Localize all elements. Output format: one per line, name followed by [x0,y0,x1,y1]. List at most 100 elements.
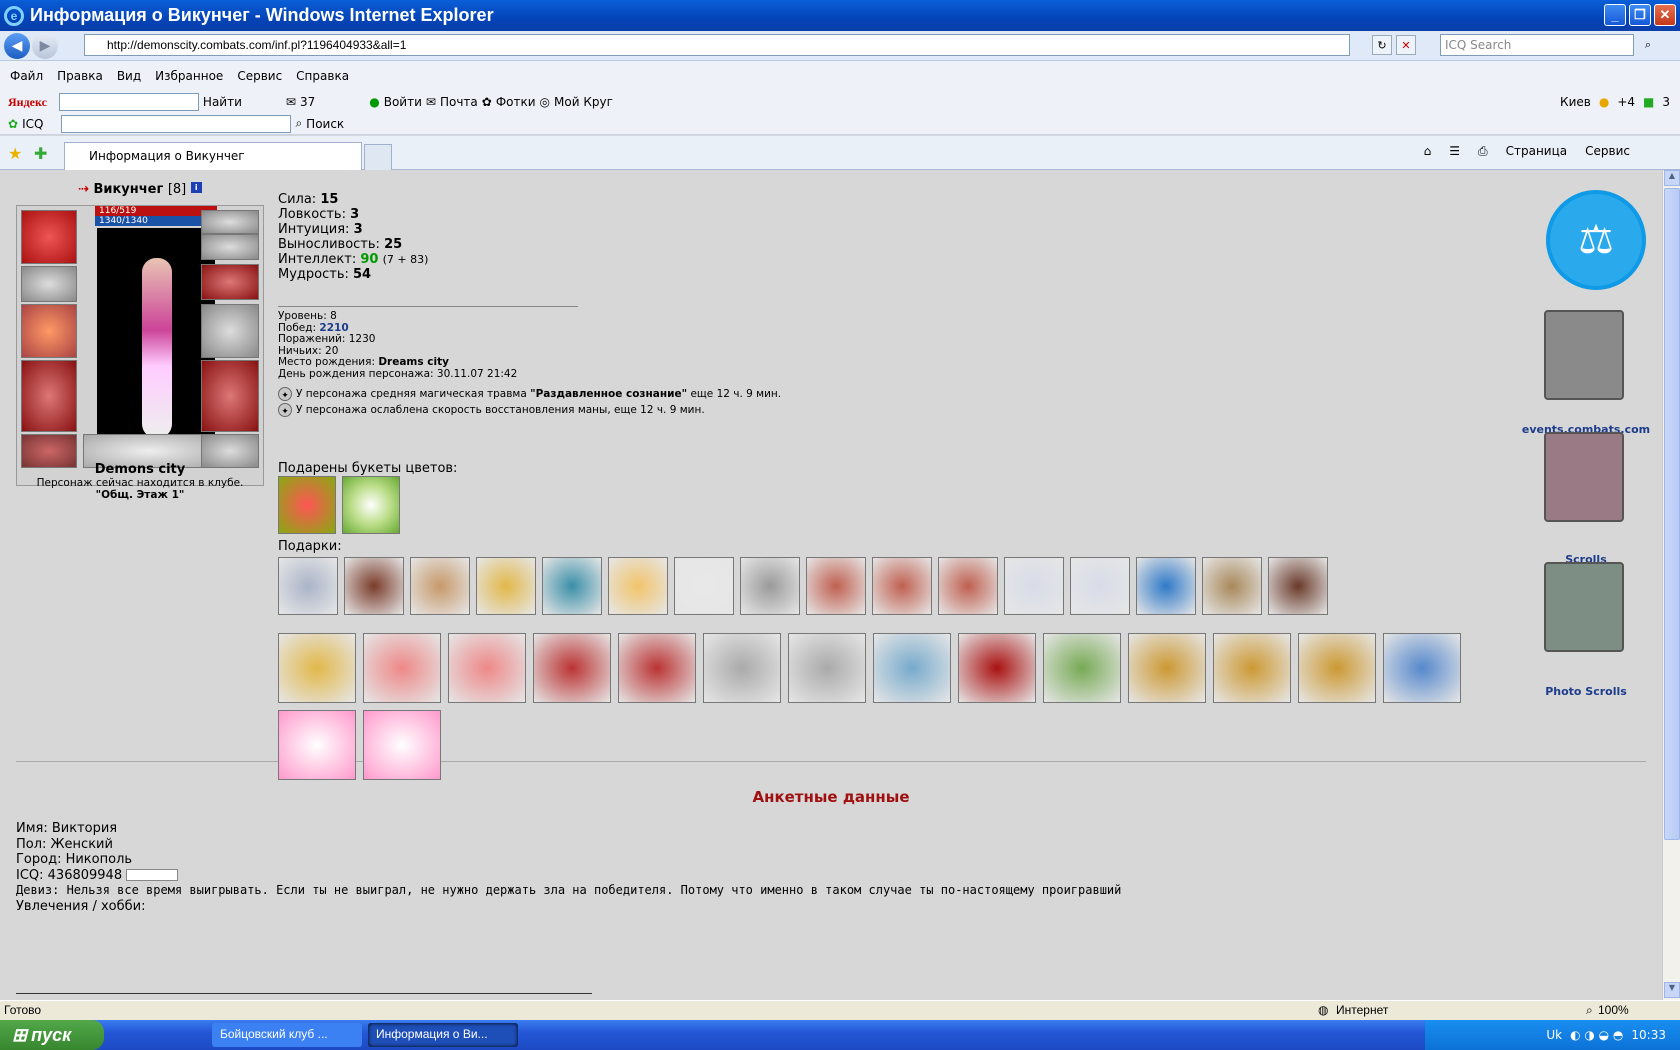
gift-item[interactable] [872,557,932,615]
taskbar-item-info[interactable]: Информация о Ви... [368,1023,518,1047]
gift-card[interactable] [1298,633,1376,703]
scroll-thumb[interactable] [1664,188,1680,840]
gift-item[interactable] [278,557,338,615]
balance-scales-icon[interactable]: ⚖ [1546,190,1646,290]
traffic-count[interactable]: 3 [1662,95,1670,109]
gift-card[interactable] [1043,633,1121,703]
photo-scrolls-banner-icon[interactable] [1544,562,1624,652]
yandex-search-input[interactable] [58,93,199,111]
circle-button[interactable]: Мой Круг [554,95,613,109]
print-icon[interactable]: ⎙ [1478,144,1488,159]
mail-count[interactable]: 37 [300,95,315,109]
slot-weapon[interactable] [21,304,77,358]
new-tab-button[interactable] [364,144,392,170]
gift-card[interactable] [1383,633,1461,703]
gift-item[interactable] [608,557,668,615]
login-button[interactable]: Войти [384,95,422,109]
flower-bouquet-daisies[interactable] [342,476,400,534]
yandex-logo: Яндекс [8,94,47,109]
slot-offhand[interactable] [201,304,259,358]
gift-card[interactable] [703,633,781,703]
gift-card[interactable] [448,633,526,703]
gift-card[interactable] [363,710,441,780]
gift-card[interactable] [788,633,866,703]
slot-rune-1[interactable] [201,210,259,234]
gift-card[interactable] [958,633,1036,703]
weather-city[interactable]: Киев [1560,95,1591,109]
slot-gloves[interactable] [201,264,259,300]
scrolls-banner-icon[interactable] [1544,432,1624,522]
gift-item[interactable] [1136,557,1196,615]
scroll-up-icon[interactable]: ▲ [1664,170,1680,186]
gift-item[interactable] [806,557,866,615]
menu-favorites[interactable]: Избранное [155,69,223,83]
add-favorite-icon[interactable]: ✚ [34,144,47,163]
slot-rings[interactable] [201,234,259,260]
page-menu[interactable]: Страница [1506,144,1568,159]
search-input[interactable]: ICQ Search [1440,34,1634,56]
gift-item[interactable] [542,557,602,615]
icq-search-button[interactable]: Поиск [306,117,344,131]
gift-item[interactable] [1070,557,1130,615]
gift-item[interactable] [410,557,470,615]
yandex-find-button[interactable]: Найти [203,95,242,109]
gift-card[interactable] [278,710,356,780]
menu-tools[interactable]: Сервис [237,69,282,83]
gift-card[interactable] [873,633,951,703]
icq-button[interactable]: ICQ [22,117,43,131]
back-button[interactable]: ◀ [4,32,30,59]
start-button[interactable]: ⊞ пуск [0,1020,104,1050]
home-icon[interactable]: ⌂ [1424,144,1432,159]
stat-row: Сила: 15 [278,192,339,207]
zoom-level[interactable]: 100% [1598,1003,1629,1017]
refresh-button[interactable]: ↻ [1372,35,1392,55]
gift-item[interactable] [938,557,998,615]
minimize-button[interactable]: _ [1604,4,1626,26]
language-indicator[interactable]: Uk [1546,1028,1562,1042]
gift-item[interactable] [1202,557,1262,615]
gift-card[interactable] [363,633,441,703]
flower-bouquet-roses[interactable] [278,476,336,534]
gift-item[interactable] [674,557,734,615]
url-input[interactable]: http://demonscity.combats.com/inf.pl?119… [84,34,1350,56]
gift-card[interactable] [1213,633,1291,703]
photos-button[interactable]: Фотки [496,95,536,109]
vertical-scrollbar[interactable]: ▲ ▼ [1662,170,1680,1000]
icq-search-input[interactable] [61,114,292,133]
events-banner-icon[interactable] [1544,310,1624,400]
feeds-icon[interactable]: ☰ [1449,144,1460,159]
maximize-button[interactable]: ❐ [1629,4,1651,26]
tab-active[interactable]: Информация о Викунчег [64,142,362,170]
gift-card[interactable] [278,633,356,703]
weather-temp[interactable]: +4 [1617,95,1635,109]
search-icon[interactable]: ⌕ [1638,35,1658,55]
close-button[interactable]: ✕ [1654,4,1676,26]
character-name[interactable]: Викунчег [93,182,163,197]
gift-item[interactable] [476,557,536,615]
stop-button[interactable]: ✕ [1396,35,1416,55]
forward-button[interactable]: ▶ [32,32,58,59]
slot-bracers[interactable] [21,266,77,302]
menu-help[interactable]: Справка [296,69,349,83]
favorites-star-icon[interactable]: ★ [8,144,22,163]
photo-scrolls-link[interactable]: Photo Scrolls [1516,685,1656,698]
menu-view[interactable]: Вид [117,69,141,83]
gift-item[interactable] [344,557,404,615]
gift-card[interactable] [1128,633,1206,703]
mail-count-icon[interactable]: ✉ [286,95,296,109]
menu-edit[interactable]: Правка [57,69,103,83]
slot-helmet[interactable] [21,210,77,264]
service-menu[interactable]: Сервис [1585,144,1630,159]
gift-card[interactable] [618,633,696,703]
gift-card[interactable] [533,633,611,703]
scroll-down-icon[interactable]: ▼ [1664,982,1680,998]
gift-item[interactable] [740,557,800,615]
taskbar-item-fight-club[interactable]: Бойцовский клуб ... [212,1023,362,1047]
info-icon[interactable]: i [190,182,202,193]
mail-button[interactable]: Почта [440,95,478,109]
slot-armor[interactable] [21,360,77,432]
slot-legs[interactable] [201,360,259,432]
gift-item[interactable] [1004,557,1064,615]
menu-file[interactable]: Файл [10,69,43,83]
gift-item[interactable] [1268,557,1328,615]
